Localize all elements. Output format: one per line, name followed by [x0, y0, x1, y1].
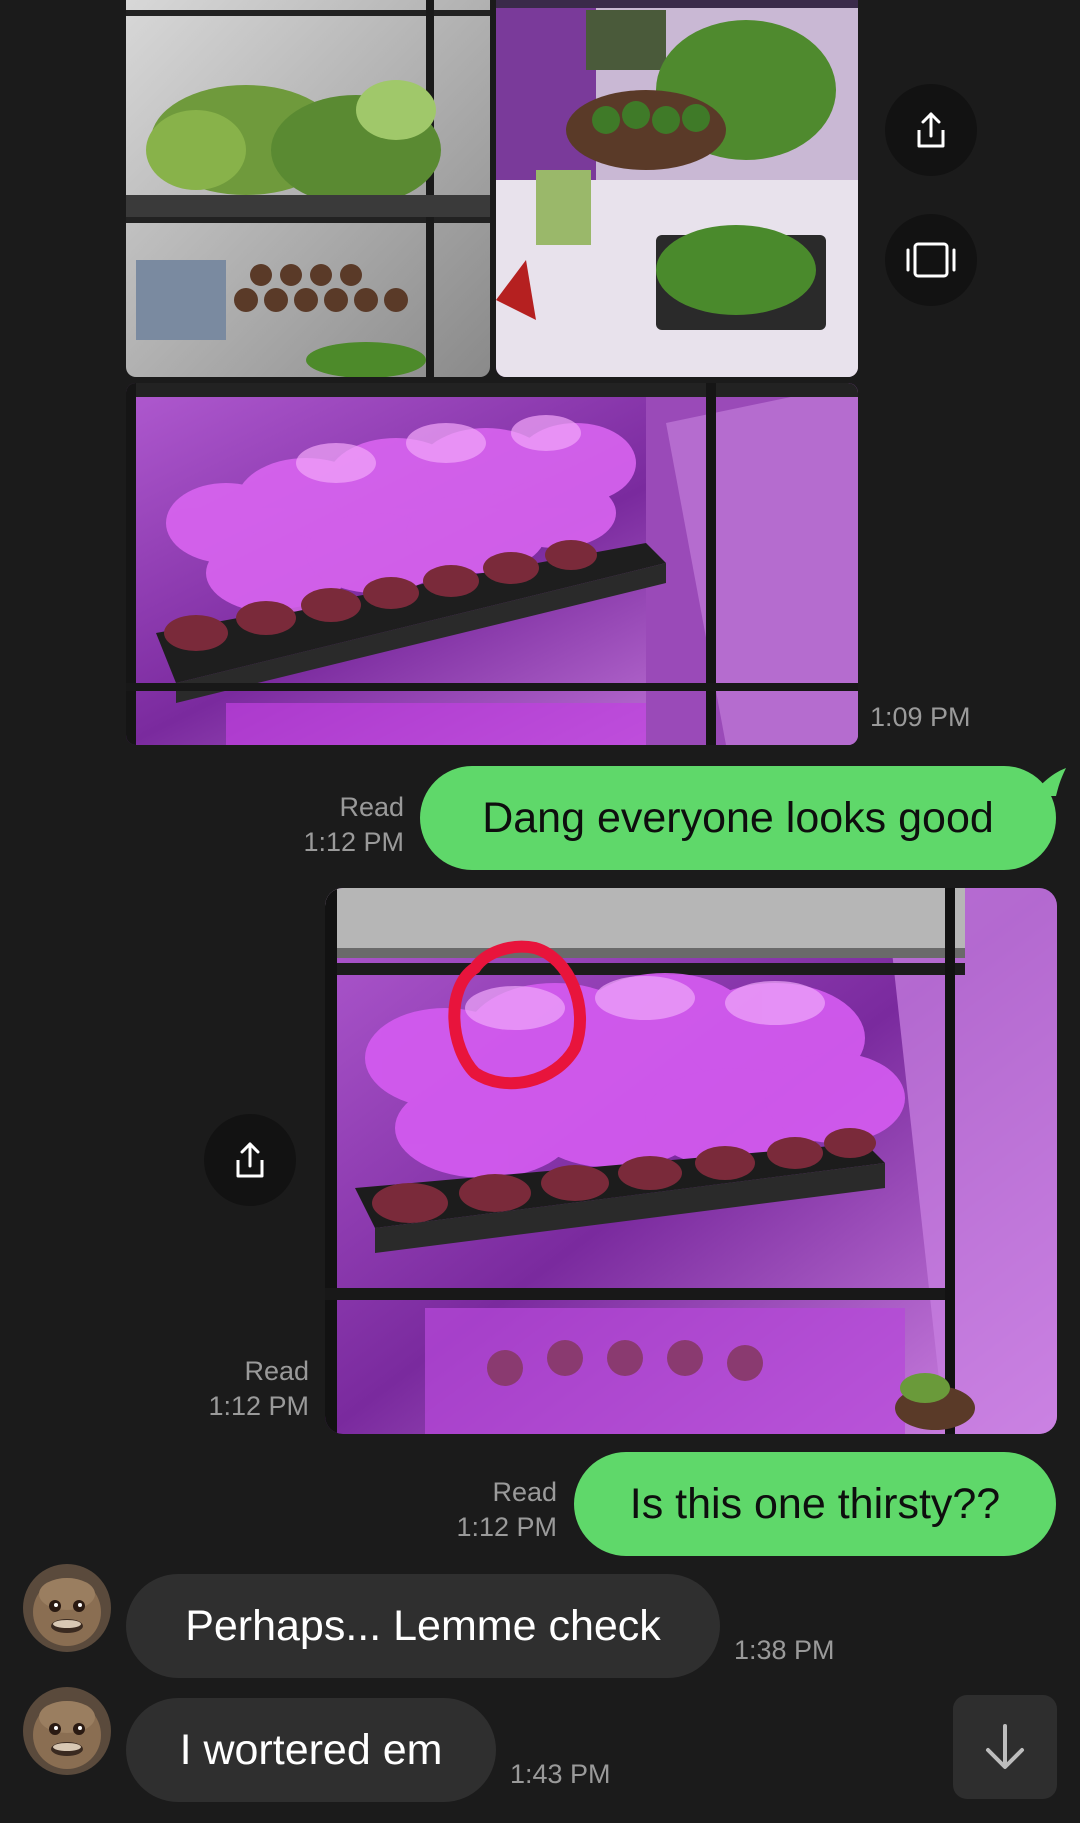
photo-seedling-annotated: [325, 888, 1057, 1434]
message-timestamp: 1:09 PM: [870, 702, 971, 732]
message-timestamp: 1:43 PM: [510, 1759, 611, 1789]
image-message[interactable]: [325, 888, 1057, 1434]
message-text: Is this one thirsty??: [629, 1479, 1001, 1528]
message-text: Perhaps... Lemme check: [185, 1601, 661, 1650]
message-text: I wortered em: [179, 1725, 443, 1774]
share-icon: [917, 112, 945, 148]
incoming-message-bubble[interactable]: I wortered em: [126, 1698, 496, 1802]
photo-thumbnail[interactable]: [126, 0, 490, 377]
read-receipt: Read 1:12 PM: [165, 1354, 309, 1424]
avatar-icon: [23, 1564, 111, 1652]
bubble-tail: [1030, 768, 1066, 796]
incoming-message-bubble[interactable]: Perhaps... Lemme check: [126, 1574, 720, 1678]
gallery-button[interactable]: [885, 214, 977, 306]
message-text: Dang everyone looks good: [482, 793, 994, 842]
share-button[interactable]: [885, 84, 977, 176]
contact-avatar[interactable]: [23, 1687, 111, 1775]
scroll-to-bottom-button[interactable]: [953, 1695, 1057, 1799]
read-status: Read: [339, 792, 404, 822]
read-receipt: Read 1:12 PM: [260, 790, 404, 860]
contact-avatar[interactable]: [23, 1564, 111, 1652]
arrow-down-icon: [986, 1724, 1024, 1769]
outgoing-message-bubble[interactable]: Is this one thirsty??: [574, 1452, 1056, 1556]
read-receipt: Read 1:12 PM: [413, 1475, 557, 1545]
read-time: 1:12 PM: [456, 1512, 557, 1542]
photo-thumbnail[interactable]: [496, 0, 858, 377]
read-status: Read: [492, 1477, 557, 1507]
share-button[interactable]: [204, 1114, 296, 1206]
read-status: Read: [244, 1356, 309, 1386]
share-icon: [236, 1142, 264, 1178]
photo-thumbnail[interactable]: [126, 383, 858, 745]
photo-tomato-seedlings-purple: [126, 383, 858, 745]
read-time: 1:12 PM: [208, 1391, 309, 1421]
avatar-icon: [23, 1687, 111, 1775]
photo-grow-shelf-white: [126, 0, 490, 377]
photo-grow-tent-floor: [496, 0, 858, 377]
message-timestamp: 1:38 PM: [734, 1635, 835, 1665]
outgoing-message-bubble[interactable]: Dang everyone looks good: [420, 766, 1056, 870]
gallery-icon: [906, 242, 956, 278]
read-time: 1:12 PM: [303, 827, 404, 857]
